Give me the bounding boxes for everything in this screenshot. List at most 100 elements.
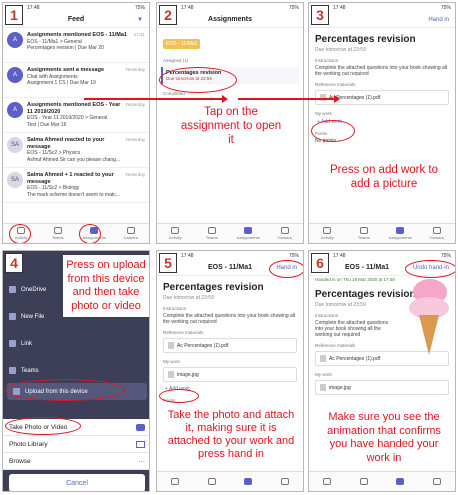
sheet-item-onedrive[interactable]: OneDrive	[3, 281, 63, 298]
tab-activity[interactable]: Activity	[163, 227, 187, 240]
feed-item-title: Assignments mentioned EOS - 11/Ma1	[27, 32, 127, 38]
menu-item-label: Browse	[9, 457, 31, 465]
tab-label: Camera	[277, 235, 292, 240]
teams-icon	[207, 477, 216, 485]
cancel-button[interactable]: Cancel	[9, 474, 145, 491]
tab-label: Assignments	[388, 235, 412, 240]
tab-camera[interactable]: Camera	[425, 227, 449, 240]
sheet-item-label: New File	[21, 313, 45, 320]
sheet-item-teams[interactable]: Teams	[3, 362, 63, 379]
highlight-circle	[5, 417, 81, 435]
panel-step-2: 2 17:4875% ⌕ Assignments EOS - 11/Ma1 As…	[156, 2, 304, 244]
my-work-label: My work	[315, 372, 332, 377]
bell-icon	[323, 477, 332, 485]
tab-camera[interactable]	[273, 477, 297, 486]
step-number: 5	[159, 253, 177, 273]
feed-item[interactable]: A Assignments mentioned EOS - 11/Ma1 EOS …	[3, 28, 149, 63]
tab-teams[interactable]: Teams	[46, 227, 70, 240]
instructions-label: Instructions	[163, 306, 187, 311]
hand-in-button[interactable]: Hand in	[428, 17, 449, 23]
feed-item-channel: EOS - Year 11 2019/2020 > General	[27, 115, 108, 121]
feed-item[interactable]: SA Salma Ahmed + 1 reacted to your messa…	[3, 168, 149, 203]
tab-label: Assignments	[236, 235, 260, 240]
tab-teams[interactable]: Teams	[200, 227, 224, 240]
browse-option[interactable]: Browse ···	[3, 453, 149, 470]
feed-header: ⌕ Feed ▼	[3, 12, 149, 28]
link-icon	[9, 340, 16, 347]
feed-item-title: Assignments mentioned EOS - Year 11 2019…	[27, 102, 121, 115]
teams-icon	[359, 477, 368, 485]
camera-icon	[432, 477, 441, 485]
tab-camera[interactable]	[425, 477, 449, 486]
tab-label: Camera	[123, 235, 138, 240]
attached-image[interactable]: image.jpg	[163, 367, 297, 382]
page-title: Assignments	[208, 16, 252, 23]
feed-item[interactable]: A Assignments sent a message Chat with As…	[3, 63, 149, 98]
assigned-section[interactable]: Assigned (1)	[157, 54, 303, 64]
class-chip[interactable]: EOS - 11/Ma1	[163, 39, 201, 49]
highlight-circle	[159, 389, 199, 403]
camera-icon	[126, 227, 135, 234]
feed-list: A Assignments mentioned EOS - 11/Ma1 EOS …	[3, 28, 149, 203]
assignments-icon: A	[7, 102, 23, 118]
feed-title[interactable]: Feed	[68, 16, 84, 23]
bell-icon	[323, 227, 332, 234]
feed-item-detail: Assignment 1 CS | Due Mar 19	[27, 80, 96, 86]
tab-camera[interactable]: Camera	[273, 227, 297, 240]
tab-teams[interactable]	[200, 477, 224, 486]
camera-icon	[280, 477, 289, 485]
teams-icon	[207, 227, 216, 234]
feed-item-time: Yesterday	[125, 137, 145, 142]
bell-icon	[171, 477, 180, 485]
tab-camera[interactable]: Camera	[119, 227, 143, 240]
tab-assignments[interactable]: Assignments	[236, 227, 260, 240]
image-icon	[320, 384, 326, 391]
reference-file[interactable]: Ac Percentages (1).pdf	[163, 338, 297, 353]
bottom-tab-bar: Activity Teams Assignments Camera	[157, 223, 303, 243]
assignments-header: ⌕ Assignments	[157, 12, 303, 28]
bottom-tab-bar	[309, 471, 455, 491]
instructions-label: Instructions	[315, 58, 339, 63]
onedrive-icon	[9, 286, 16, 293]
feed-item-title: Assignments sent a message	[27, 67, 105, 73]
tab-assignments[interactable]	[236, 477, 260, 486]
reference-label: Reference materials	[315, 82, 356, 87]
class-filter[interactable]: EOS - 11/Ma1	[157, 28, 303, 54]
sheet-item-label: OneDrive	[21, 286, 47, 293]
highlight-circle	[311, 120, 355, 142]
tab-assignments[interactable]: Assignments	[388, 227, 412, 240]
attach-sheet: OneDrive New File Link Teams	[3, 281, 63, 379]
camera-icon	[280, 227, 289, 234]
assignments-icon: A	[7, 32, 23, 48]
tab-activity[interactable]	[315, 477, 339, 486]
more-icon: ···	[138, 457, 146, 465]
instruction-caption: Make sure you see the animation that con…	[327, 411, 441, 464]
image-icon	[168, 371, 174, 378]
feed-item-channel: Chat with Assignments	[27, 73, 78, 80]
filter-icon[interactable]: ▼	[137, 17, 143, 23]
arrow-connector	[84, 95, 228, 103]
photo-library-option[interactable]: Photo Library	[3, 436, 149, 453]
step-number: 3	[311, 5, 329, 25]
feed-item-detail: Percentages revision | Due Mar 20	[27, 45, 104, 51]
teams-icon	[53, 227, 62, 234]
feed-item-detail: The mark scheme doesn't seem to matc...	[27, 191, 120, 198]
assignments-icon: A	[7, 67, 23, 83]
sheet-item-new-file[interactable]: New File	[3, 308, 63, 325]
attached-image[interactable]: image.jpg	[315, 380, 449, 395]
assignments-icon	[244, 477, 253, 485]
tab-activity[interactable]	[163, 477, 187, 486]
panel-step-4: 4 Press on upload from this device and t…	[2, 250, 150, 492]
tab-activity[interactable]: Activity	[315, 227, 339, 240]
tab-assignments[interactable]	[388, 477, 412, 486]
status-bar: 17:48 75%	[333, 5, 451, 11]
step-number: 6	[311, 253, 329, 273]
feed-item[interactable]: A Assignments mentioned EOS - Year 11 20…	[3, 98, 149, 133]
tab-label: Teams	[205, 235, 218, 240]
bottom-tab-bar: Activity Teams Assignments Camera	[309, 223, 455, 243]
feed-item[interactable]: SA Salma Ahmed reacted to your message EO…	[3, 133, 149, 168]
assignments-icon	[244, 227, 253, 234]
tab-teams[interactable]: Teams	[352, 227, 376, 240]
tab-teams[interactable]	[352, 477, 376, 486]
sheet-item-link[interactable]: Link	[3, 335, 63, 352]
